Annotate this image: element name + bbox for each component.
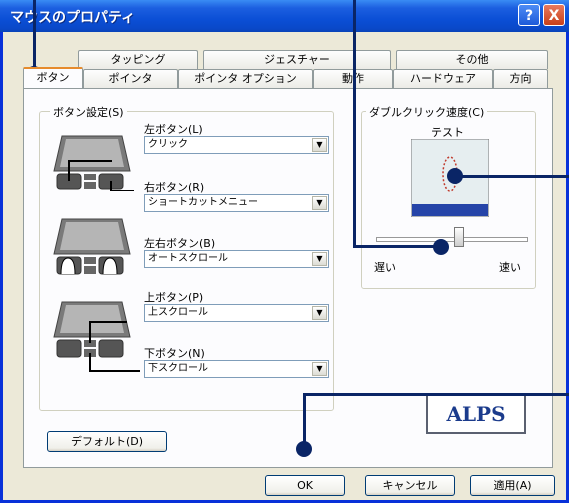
mouse-left-right-illustration [53,135,134,191]
callout-dot-ok [296,441,312,457]
mouse-both-buttons-illustration [53,218,131,275]
fast-label: 速い [499,261,521,274]
both-buttons-select[interactable]: オートスクロール ▼ [144,250,329,268]
callout-line-ok-h [303,393,569,396]
mouse-properties-dialog: マウスのプロパティ ? X タッピング ジェスチャー その他 ボタン ポインタ … [0,0,569,503]
chevron-down-icon: ▼ [312,252,327,266]
chevron-down-icon: ▼ [312,362,327,376]
speed-slider-thumb[interactable] [453,227,464,247]
callout-line-tabs [33,0,36,72]
right-button-label: 右ボタン(R) [144,181,205,194]
tab-other[interactable]: その他 [396,50,548,69]
title-bar: マウスのプロパティ ? X [0,0,569,32]
default-button[interactable]: デフォルト(D) [47,431,167,452]
chevron-down-icon: ▼ [312,138,327,152]
chevron-down-icon: ▼ [312,306,327,320]
chevron-down-icon: ▼ [312,196,327,210]
apply-button[interactable]: 適用(A) [470,475,555,496]
tab-tapping[interactable]: タッピング [78,50,198,69]
callout-dot-test [447,168,463,184]
callout-dot-slider [433,239,449,255]
right-button-value: ショートカットメニュー [148,197,258,208]
right-button-select[interactable]: ショートカットメニュー ▼ [144,194,329,212]
callout-line-slider [353,0,356,248]
slow-label: 遅い [374,261,396,274]
speed-slider-track [376,237,528,242]
double-click-title: ダブルクリック速度(C) [366,104,488,120]
callout-line-test [455,175,569,178]
button-settings-title: ボタン設定(S) [50,104,127,120]
window-title: マウスのプロパティ [10,10,136,26]
both-buttons-label: 左右ボタン(B) [144,237,216,250]
tab-hardware[interactable]: ハードウェア [393,69,493,88]
tab-gesture[interactable]: ジェスチャー [203,50,391,69]
up-button-select[interactable]: 上スクロール ▼ [144,304,329,322]
left-button-value: クリック [148,139,188,150]
mouse-up-down-illustration [53,301,140,372]
close-button[interactable]: X [543,4,565,26]
tab-direction[interactable]: 方向 [493,69,548,88]
down-button-value: 下スクロール [148,363,208,374]
down-button-select[interactable]: 下スクロール ▼ [144,360,329,378]
tab-buttons[interactable]: ボタン [23,67,83,88]
cancel-button[interactable]: キャンセル [365,475,455,496]
both-buttons-value: オートスクロール [148,253,228,264]
down-button-label: 下ボタン(N) [144,347,205,360]
up-button-label: 上ボタン(P) [144,291,204,304]
test-label: テスト [431,126,464,139]
left-button-select[interactable]: クリック ▼ [144,136,329,154]
tab-panel: ボタン設定(S) 左ボタン(L) クリック ▼ 右ボタン(R) ショートカットメ… [23,88,553,468]
ok-button[interactable]: OK [265,475,345,496]
alps-logo: ALPS [426,394,526,434]
tab-pointer-options[interactable]: ポインタ オプション [178,69,313,88]
tab-pointer[interactable]: ポインタ [83,69,178,88]
up-button-value: 上スクロール [148,307,208,318]
callout-line-slider-h [353,245,443,248]
left-button-label: 左ボタン(L) [144,123,203,136]
help-button[interactable]: ? [518,4,540,26]
